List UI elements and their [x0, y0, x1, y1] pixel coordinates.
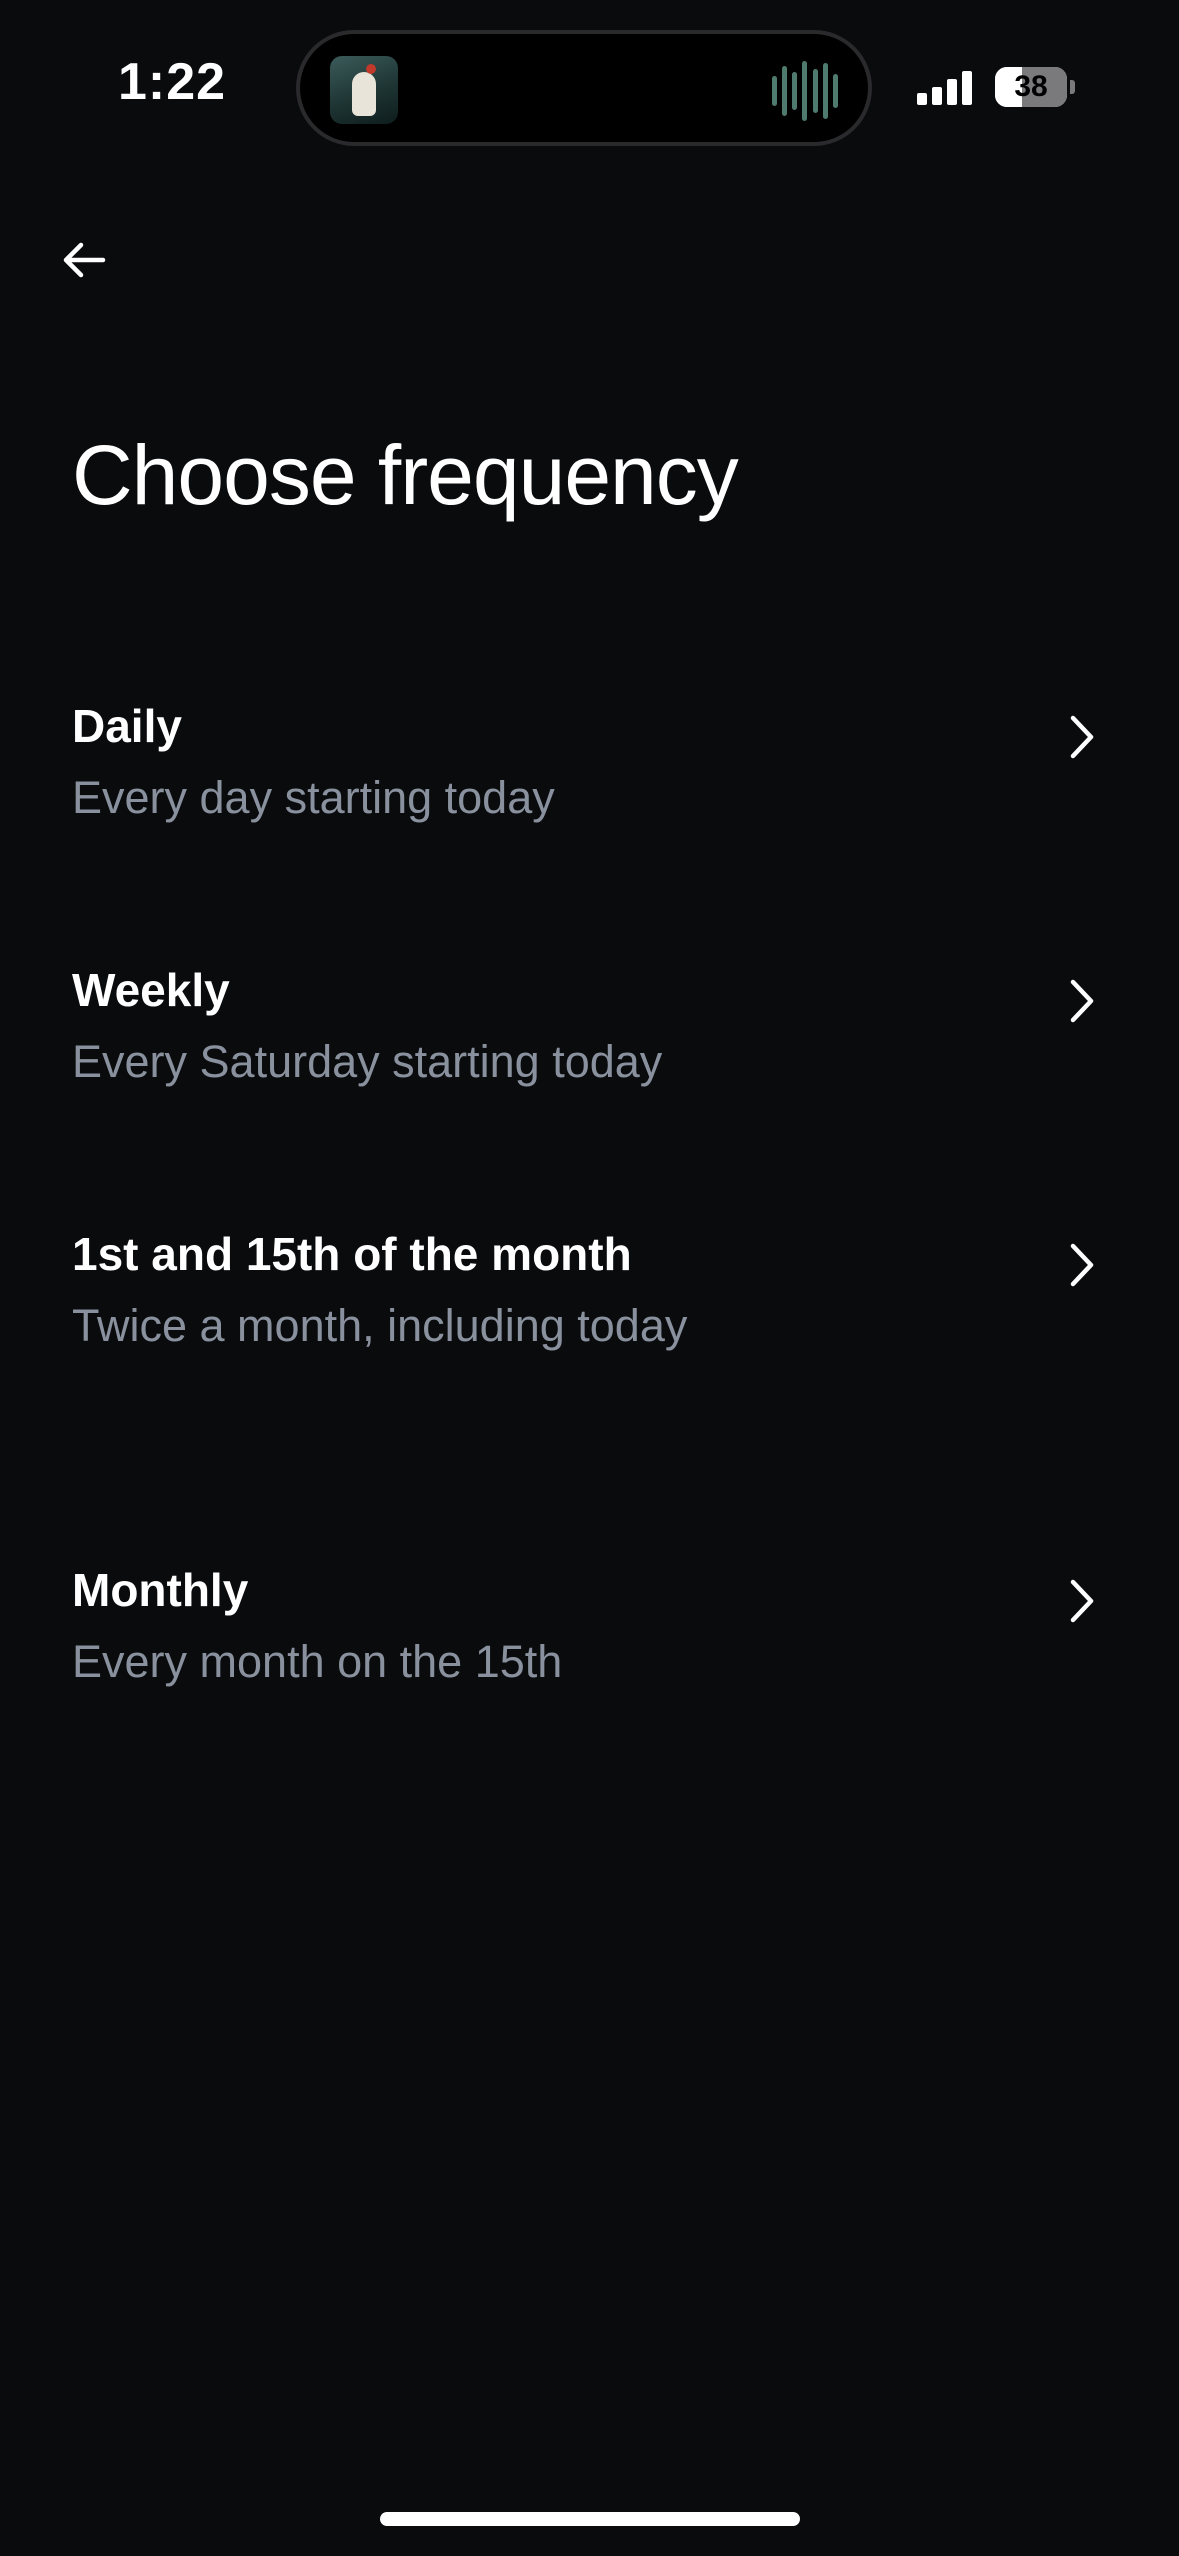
option-subtitle: Twice a month, including today: [72, 1300, 688, 1351]
chevron-right-icon: [1070, 979, 1094, 1023]
chevron-right-icon: [1070, 1579, 1094, 1623]
cellular-signal-icon: [917, 69, 977, 105]
home-indicator[interactable]: [380, 2512, 800, 2526]
option-subtitle: Every month on the 15th: [72, 1636, 563, 1687]
album-artwork-icon: [330, 56, 398, 124]
option-weekly[interactable]: Weekly Every Saturday starting today: [0, 954, 1179, 1134]
status-bar: 1:22 38: [0, 0, 1179, 170]
audio-waveform-icon: [772, 60, 838, 122]
battery-icon: 38: [995, 67, 1075, 107]
option-daily[interactable]: Daily Every day starting today: [0, 690, 1179, 870]
status-time: 1:22: [118, 53, 227, 111]
status-indicators: 38: [917, 64, 1075, 110]
option-subtitle: Every Saturday starting today: [72, 1036, 663, 1087]
option-monthly[interactable]: Monthly Every month on the 15th: [0, 1554, 1179, 1734]
option-title: 1st and 15th of the month: [72, 1228, 632, 1280]
dynamic-island[interactable]: [296, 30, 872, 146]
option-title: Monthly: [72, 1564, 249, 1616]
arrow-left-icon: [63, 242, 106, 278]
battery-percentage: 38: [1014, 70, 1048, 103]
back-button[interactable]: [52, 228, 116, 292]
option-first-and-fifteenth[interactable]: 1st and 15th of the month Twice a month,…: [0, 1218, 1179, 1468]
page-title: Choose frequency: [72, 428, 739, 522]
option-title: Weekly: [72, 964, 230, 1016]
chevron-right-icon: [1070, 715, 1094, 759]
option-title: Daily: [72, 700, 182, 752]
option-subtitle: Every day starting today: [72, 772, 555, 823]
chevron-right-icon: [1070, 1243, 1094, 1287]
